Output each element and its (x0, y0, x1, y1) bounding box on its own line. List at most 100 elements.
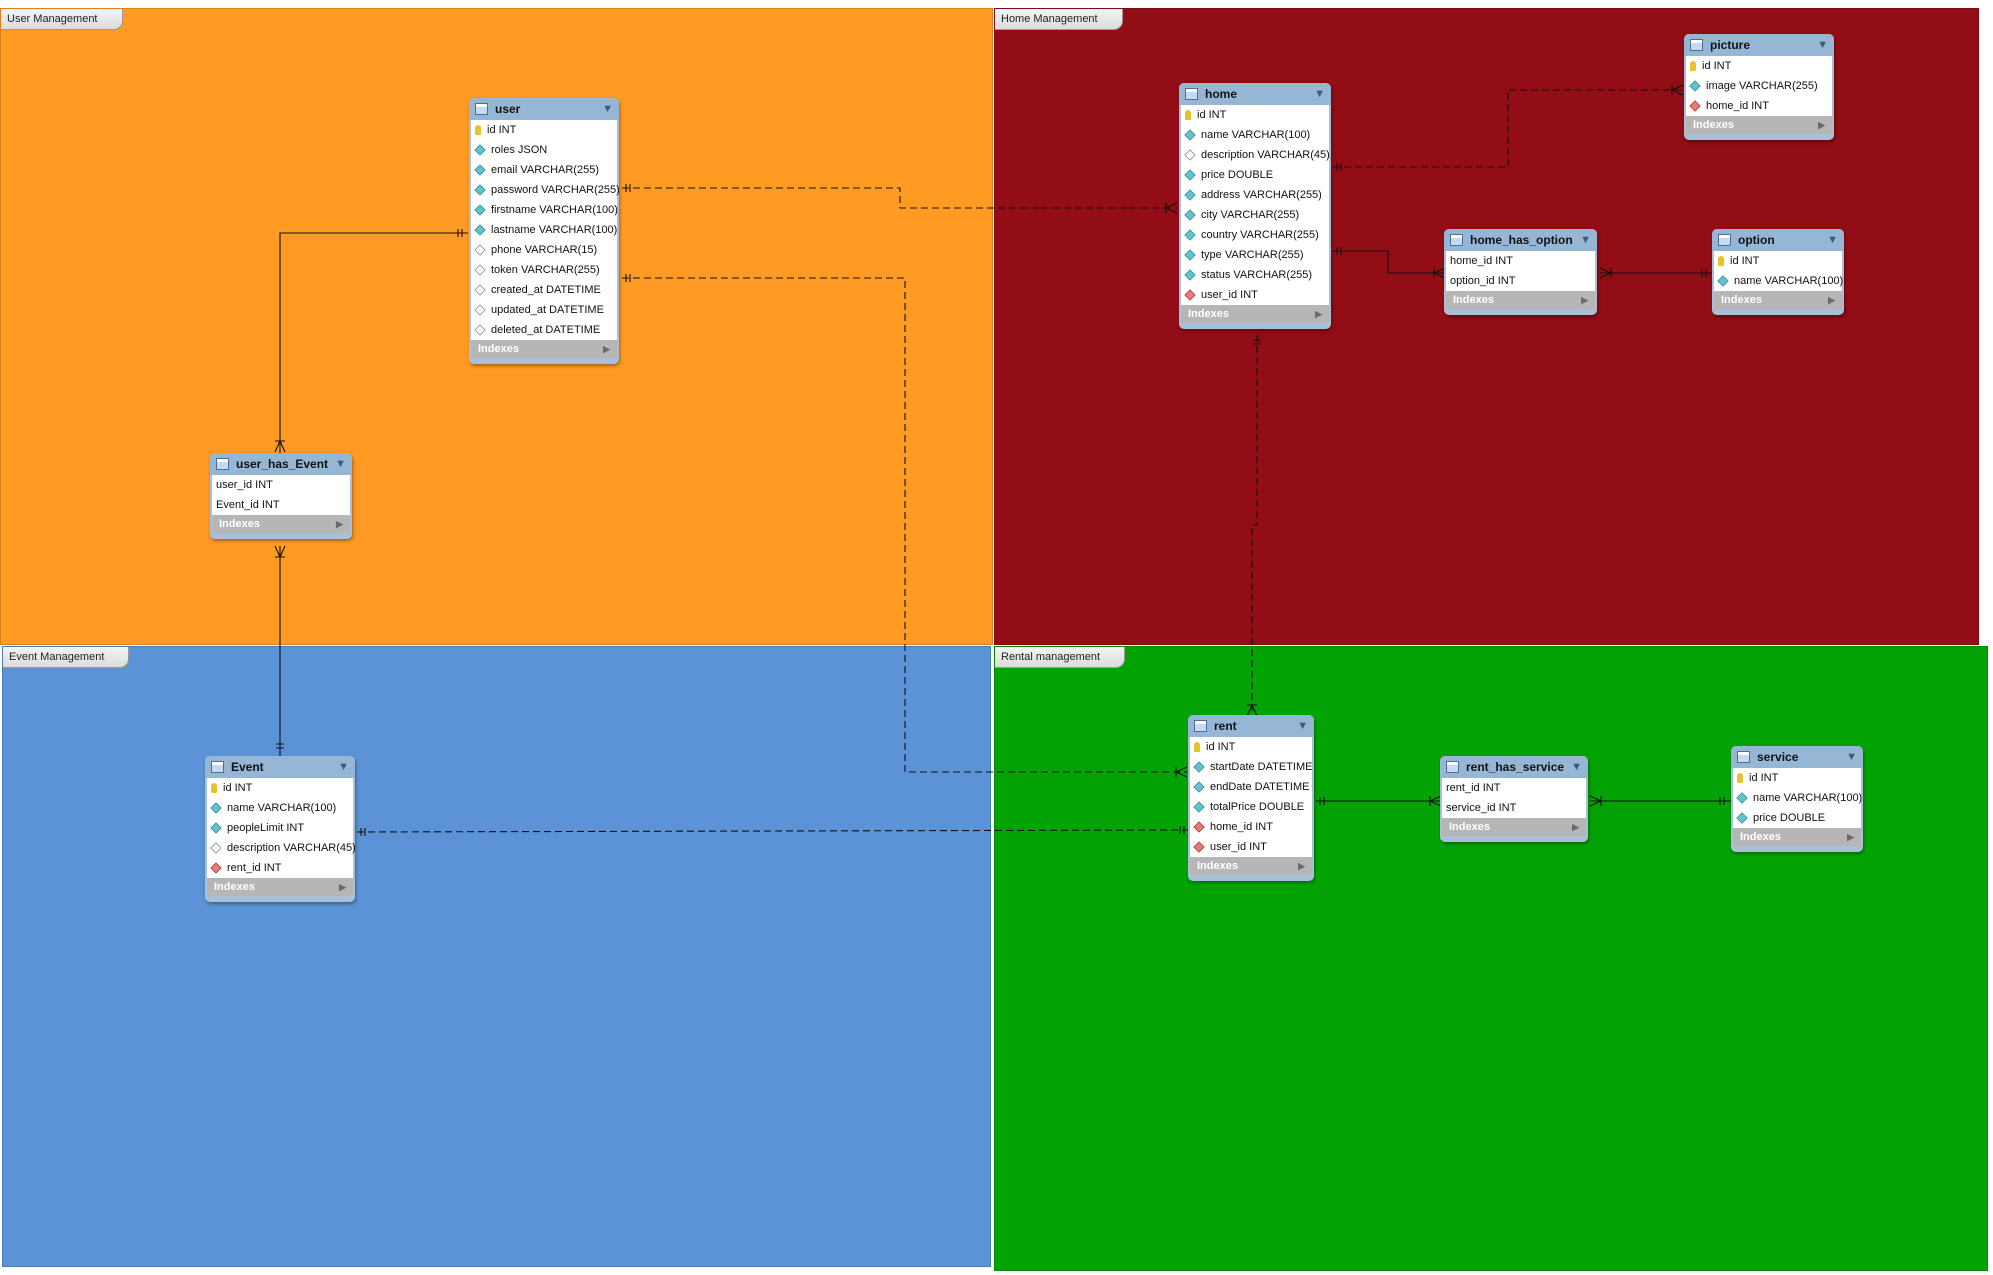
table-header[interactable]: rent_has_service ▼ (1440, 756, 1588, 778)
column-row[interactable]: deleted_at DATETIME (471, 320, 617, 340)
column-row[interactable]: user_id INT (1190, 837, 1312, 857)
column-row[interactable]: price DOUBLE (1733, 808, 1861, 828)
chevron-right-icon[interactable]: ▶ (1818, 120, 1825, 131)
chevron-right-icon[interactable]: ▶ (603, 344, 610, 355)
chevron-right-icon[interactable]: ▶ (1572, 822, 1579, 833)
chevron-right-icon[interactable]: ▶ (1298, 861, 1305, 872)
table-header[interactable]: rent ▼ (1188, 715, 1314, 737)
column-row[interactable]: lastname VARCHAR(100) (471, 220, 617, 240)
column-row[interactable]: address VARCHAR(255) (1181, 185, 1329, 205)
relationship-user-user-has-event[interactable] (274, 229, 468, 455)
table-header[interactable]: user_has_Event ▼ (210, 453, 352, 475)
column-row[interactable]: token VARCHAR(255) (471, 260, 617, 280)
column-row[interactable]: home_id INT (1446, 251, 1595, 271)
column-row[interactable]: name VARCHAR(100) (207, 798, 353, 818)
chevron-right-icon[interactable]: ▶ (336, 519, 343, 530)
relationship-user-home[interactable] (622, 184, 1178, 214)
column-row[interactable]: name VARCHAR(100) (1733, 788, 1862, 808)
chevron-right-icon[interactable]: ▶ (339, 882, 346, 893)
column-row[interactable]: price DOUBLE (1181, 165, 1329, 185)
indexes-section[interactable]: Indexes ▶ (212, 515, 350, 533)
table-header[interactable]: service ▼ (1731, 746, 1863, 768)
column-row[interactable]: image VARCHAR(255) (1686, 76, 1832, 96)
table-home-has-option[interactable]: home_has_option ▼ home_id INT option_id INT… (1444, 229, 1597, 315)
chevron-down-icon[interactable]: ▼ (1817, 39, 1828, 51)
chevron-down-icon[interactable]: ▼ (335, 458, 346, 470)
table-header[interactable]: Event ▼ (205, 756, 355, 778)
chevron-down-icon[interactable]: ▼ (1846, 751, 1857, 763)
relationship-event-user-has-event[interactable] (274, 545, 286, 757)
column-row[interactable]: home_id INT (1190, 817, 1312, 837)
column-row[interactable]: endDate DATETIME (1190, 777, 1312, 797)
table-header[interactable]: home_has_option ▼ (1444, 229, 1597, 251)
chevron-right-icon[interactable]: ▶ (1828, 295, 1835, 306)
column-row[interactable]: user_id INT (1181, 285, 1329, 305)
table-header[interactable]: option ▼ (1712, 229, 1844, 251)
table-user-has-event[interactable]: user_has_Event ▼ user_id INT Event_id INT In… (210, 453, 352, 539)
column-row[interactable]: Event_id INT (212, 495, 350, 515)
column-row[interactable]: name VARCHAR(100) (1181, 125, 1329, 145)
relationship-user-rent[interactable] (622, 274, 1188, 778)
chevron-down-icon[interactable]: ▼ (1580, 234, 1591, 246)
column-row[interactable]: firstname VARCHAR(100) (471, 200, 618, 220)
column-row[interactable]: home_id INT (1686, 96, 1832, 116)
table-picture[interactable]: picture ▼ id INT image VARCHAR(255) home_id … (1684, 34, 1834, 140)
table-user[interactable]: user ▼ id INT roles JSON email VARCHAR(255) p… (469, 98, 619, 364)
indexes-section[interactable]: Indexes ▶ (1446, 291, 1595, 309)
table-event[interactable]: Event ▼ id INT name VARCHAR(100) peopleLimit… (205, 756, 355, 902)
column-row[interactable]: service_id INT (1442, 798, 1586, 818)
chevron-down-icon[interactable]: ▼ (1827, 234, 1838, 246)
indexes-section[interactable]: Indexes ▶ (471, 340, 617, 358)
indexes-section[interactable]: Indexes ▶ (1686, 116, 1832, 134)
column-row[interactable]: id INT (207, 778, 353, 798)
relationship-home-picture[interactable] (1333, 84, 1684, 171)
column-row[interactable]: name VARCHAR(100) (1714, 271, 1843, 291)
table-home[interactable]: home ▼ id INT name VARCHAR(100) description … (1179, 83, 1331, 329)
column-row[interactable]: country VARCHAR(255) (1181, 225, 1329, 245)
column-row[interactable]: id INT (1190, 737, 1312, 757)
column-row[interactable]: id INT (1686, 56, 1832, 76)
column-row[interactable]: updated_at DATETIME (471, 300, 617, 320)
column-row[interactable]: description VARCHAR(45) (207, 838, 355, 858)
chevron-down-icon[interactable]: ▼ (1314, 88, 1325, 100)
indexes-section[interactable]: Indexes ▶ (1733, 828, 1861, 846)
chevron-down-icon[interactable]: ▼ (1297, 720, 1308, 732)
column-row[interactable]: id INT (1181, 105, 1329, 125)
table-header[interactable]: picture ▼ (1684, 34, 1834, 56)
table-header[interactable]: home ▼ (1179, 83, 1331, 105)
chevron-down-icon[interactable]: ▼ (338, 761, 349, 773)
column-row[interactable]: id INT (471, 120, 617, 140)
column-row[interactable]: description VARCHAR(45) (1181, 145, 1330, 165)
relationship-option-home-has-option[interactable] (1599, 267, 1713, 279)
column-row[interactable]: user_id INT (212, 475, 350, 495)
chevron-right-icon[interactable]: ▶ (1581, 295, 1588, 306)
chevron-right-icon[interactable]: ▶ (1315, 309, 1322, 320)
column-row[interactable]: status VARCHAR(255) (1181, 265, 1329, 285)
column-row[interactable]: city VARCHAR(255) (1181, 205, 1329, 225)
column-row[interactable]: created_at DATETIME (471, 280, 617, 300)
relationship-rent-rent-has-service[interactable] (1316, 795, 1442, 807)
column-row[interactable]: totalPrice DOUBLE (1190, 797, 1312, 817)
indexes-section[interactable]: Indexes ▶ (1181, 305, 1329, 323)
column-row[interactable]: startDate DATETIME (1190, 757, 1312, 777)
relationship-home-rent[interactable] (1246, 335, 1261, 717)
table-service[interactable]: service ▼ id INT name VARCHAR(100) price DOU… (1731, 746, 1863, 852)
column-row[interactable]: rent_id INT (1442, 778, 1586, 798)
column-row[interactable]: id INT (1714, 251, 1842, 271)
column-row[interactable]: email VARCHAR(255) (471, 160, 617, 180)
indexes-section[interactable]: Indexes ▶ (1442, 818, 1586, 836)
table-option[interactable]: option ▼ id INT name VARCHAR(100) Indexes ▶ (1712, 229, 1844, 315)
relationship-event-rent[interactable] (356, 826, 1189, 836)
indexes-section[interactable]: Indexes ▶ (207, 878, 353, 896)
column-row[interactable]: peopleLimit INT (207, 818, 353, 838)
column-row[interactable]: roles JSON (471, 140, 617, 160)
column-row[interactable]: id INT (1733, 768, 1861, 788)
column-row[interactable]: type VARCHAR(255) (1181, 245, 1329, 265)
chevron-down-icon[interactable]: ▼ (1571, 761, 1582, 773)
table-rent-has-service[interactable]: rent_has_service ▼ rent_id INT service_id I… (1440, 756, 1588, 842)
column-row[interactable]: phone VARCHAR(15) (471, 240, 617, 260)
indexes-section[interactable]: Indexes ▶ (1190, 857, 1312, 875)
relationship-service-rent-has-service[interactable] (1589, 795, 1731, 807)
chevron-down-icon[interactable]: ▼ (602, 103, 613, 115)
indexes-section[interactable]: Indexes ▶ (1714, 291, 1842, 309)
